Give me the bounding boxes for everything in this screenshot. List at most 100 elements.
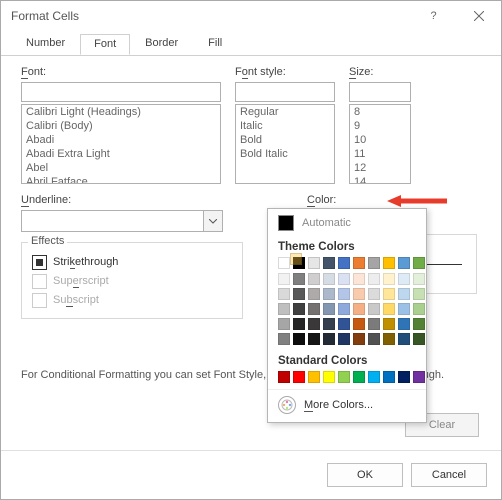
font-list[interactable]: Calibri Light (Headings) Calibri (Body) … <box>21 104 221 184</box>
color-swatch[interactable] <box>368 318 380 330</box>
color-swatch[interactable] <box>383 273 395 285</box>
list-item[interactable]: Abel <box>22 161 220 175</box>
color-swatch[interactable] <box>308 273 320 285</box>
color-swatch[interactable] <box>278 303 290 315</box>
list-item[interactable]: 9 <box>350 119 410 133</box>
color-swatch[interactable] <box>398 333 410 345</box>
color-swatch[interactable] <box>293 318 305 330</box>
color-swatch[interactable] <box>308 303 320 315</box>
color-swatch[interactable] <box>308 371 320 383</box>
color-swatch[interactable] <box>383 371 395 383</box>
color-swatch[interactable] <box>383 288 395 300</box>
color-swatch[interactable] <box>413 318 425 330</box>
color-swatch[interactable] <box>413 371 425 383</box>
strikethrough-checkbox[interactable]: Strikethrough <box>32 255 232 270</box>
color-swatch[interactable] <box>383 318 395 330</box>
color-swatch[interactable] <box>398 371 410 383</box>
list-item[interactable]: Abadi Extra Light <box>22 147 220 161</box>
color-swatch[interactable] <box>323 318 335 330</box>
color-swatch[interactable] <box>413 333 425 345</box>
tab-number[interactable]: Number <box>11 31 80 55</box>
color-swatch[interactable] <box>368 303 380 315</box>
color-swatch[interactable] <box>413 273 425 285</box>
list-item[interactable]: 10 <box>350 133 410 147</box>
color-swatch[interactable] <box>368 257 380 269</box>
list-item[interactable]: Italic <box>236 119 334 133</box>
color-swatch[interactable] <box>308 288 320 300</box>
more-colors-option[interactable]: More Colors... <box>268 389 426 416</box>
color-swatch[interactable] <box>338 371 350 383</box>
color-swatch[interactable] <box>338 303 350 315</box>
color-swatch[interactable] <box>338 288 350 300</box>
color-swatch[interactable] <box>293 371 305 383</box>
tab-fill[interactable]: Fill <box>193 31 237 55</box>
color-swatch[interactable] <box>278 257 290 269</box>
color-swatch[interactable] <box>398 257 410 269</box>
color-swatch[interactable] <box>308 257 320 269</box>
list-item[interactable]: Bold <box>236 133 334 147</box>
list-item[interactable]: Abadi <box>22 133 220 147</box>
font-style-list[interactable]: Regular Italic Bold Bold Italic <box>235 104 335 184</box>
list-item[interactable]: Abril Fatface <box>22 175 220 184</box>
list-item[interactable]: Bold Italic <box>236 147 334 161</box>
help-button[interactable]: ? <box>411 1 456 31</box>
color-swatch[interactable] <box>398 318 410 330</box>
color-swatch[interactable] <box>278 371 290 383</box>
ok-button[interactable]: OK <box>327 463 403 487</box>
color-swatch[interactable] <box>383 257 395 269</box>
color-swatch[interactable] <box>278 318 290 330</box>
color-swatch[interactable] <box>323 333 335 345</box>
size-list[interactable]: 8 9 10 11 12 14 <box>349 104 411 184</box>
color-swatch[interactable] <box>293 288 305 300</box>
color-automatic-option[interactable]: Automatic <box>268 209 426 237</box>
font-style-input[interactable] <box>235 82 335 102</box>
font-input[interactable] <box>21 82 221 102</box>
color-swatch[interactable] <box>383 303 395 315</box>
list-item[interactable]: 8 <box>350 105 410 119</box>
list-item[interactable]: 12 <box>350 161 410 175</box>
color-swatch[interactable] <box>278 288 290 300</box>
color-swatch[interactable] <box>323 273 335 285</box>
color-swatch[interactable] <box>353 333 365 345</box>
list-item[interactable]: Calibri Light (Headings) <box>22 105 220 119</box>
color-swatch[interactable] <box>323 371 335 383</box>
color-swatch[interactable] <box>338 273 350 285</box>
tab-font[interactable]: Font <box>80 34 130 55</box>
color-swatch[interactable] <box>353 318 365 330</box>
underline-dropdown[interactable] <box>21 210 223 232</box>
color-swatch[interactable] <box>323 288 335 300</box>
color-swatch[interactable] <box>398 288 410 300</box>
color-swatch[interactable] <box>413 303 425 315</box>
tab-border[interactable]: Border <box>130 31 193 55</box>
color-swatch[interactable] <box>308 318 320 330</box>
color-swatch[interactable] <box>413 288 425 300</box>
color-swatch[interactable] <box>293 273 305 285</box>
color-swatch[interactable] <box>338 333 350 345</box>
color-swatch[interactable] <box>368 288 380 300</box>
color-swatch[interactable] <box>278 333 290 345</box>
color-swatch[interactable] <box>278 273 290 285</box>
color-swatch[interactable] <box>353 303 365 315</box>
list-item[interactable]: Regular <box>236 105 334 119</box>
color-swatch[interactable] <box>323 303 335 315</box>
list-item[interactable]: 11 <box>350 147 410 161</box>
color-swatch[interactable] <box>293 333 305 345</box>
color-swatch[interactable] <box>323 257 335 269</box>
list-item[interactable]: 14 <box>350 175 410 184</box>
list-item[interactable]: Calibri (Body) <box>22 119 220 133</box>
color-swatch[interactable] <box>353 257 365 269</box>
color-swatch[interactable] <box>353 371 365 383</box>
size-input[interactable] <box>349 82 411 102</box>
color-swatch[interactable] <box>338 257 350 269</box>
color-swatch[interactable] <box>368 333 380 345</box>
color-swatch[interactable] <box>293 303 305 315</box>
color-swatch[interactable] <box>413 257 425 269</box>
color-swatch[interactable] <box>398 303 410 315</box>
color-swatch[interactable] <box>353 288 365 300</box>
color-swatch[interactable] <box>353 273 365 285</box>
color-swatch[interactable] <box>338 318 350 330</box>
color-swatch[interactable] <box>368 371 380 383</box>
color-swatch[interactable] <box>368 273 380 285</box>
color-swatch[interactable] <box>383 333 395 345</box>
color-swatch[interactable] <box>308 333 320 345</box>
